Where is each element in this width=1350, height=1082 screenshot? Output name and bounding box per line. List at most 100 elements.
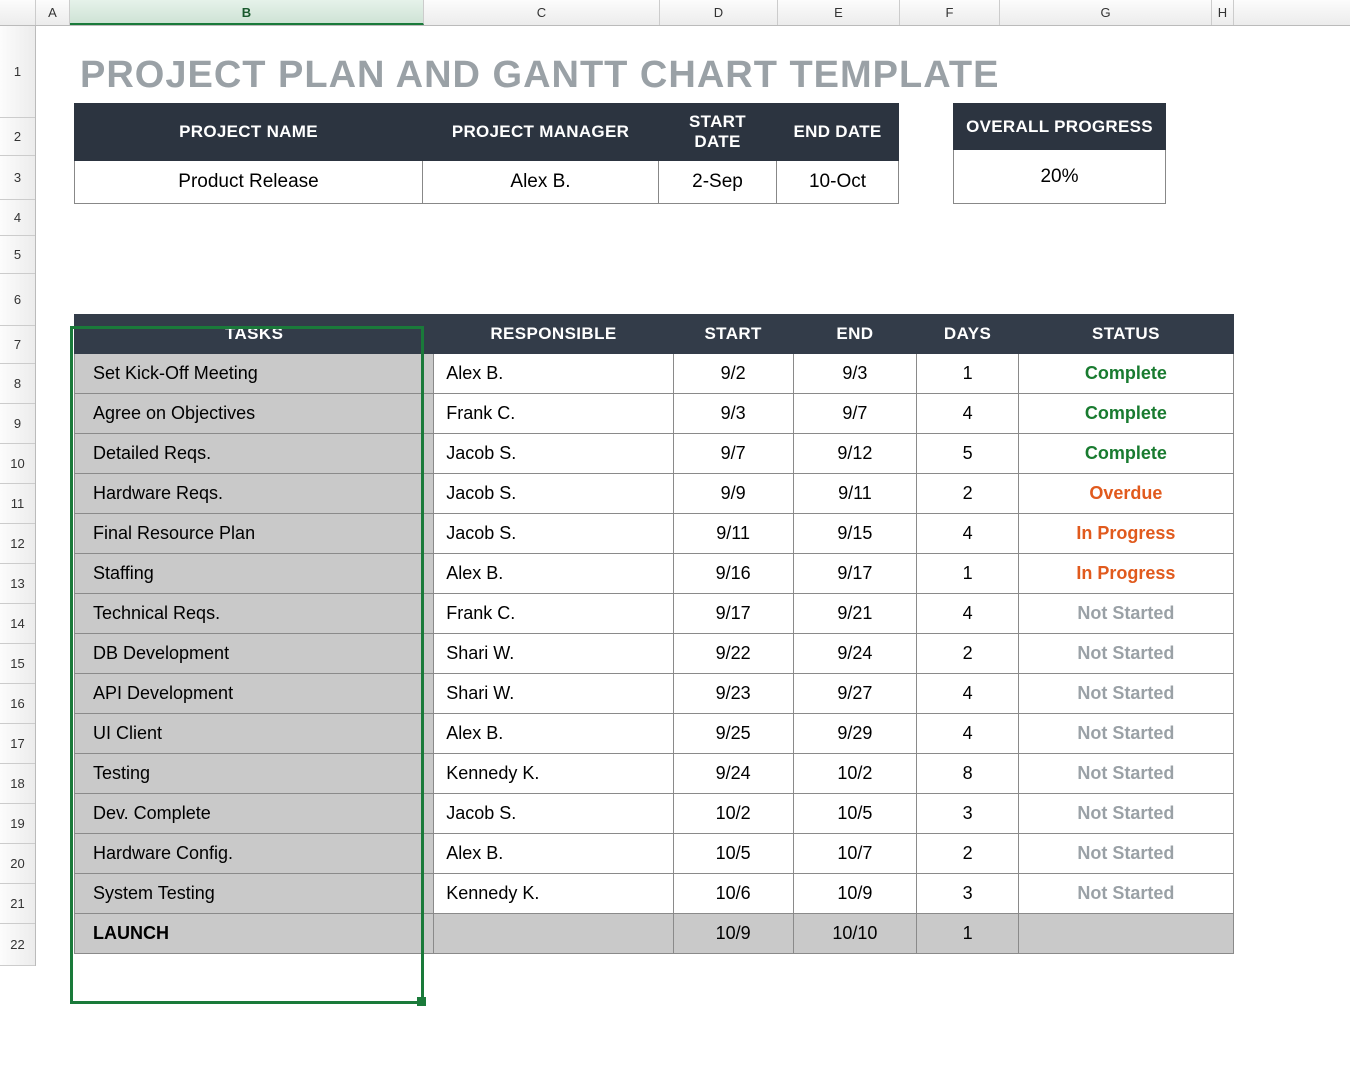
- cell-project-name[interactable]: Product Release: [75, 161, 423, 204]
- cell-status[interactable]: Not Started: [1018, 754, 1233, 794]
- cell-end[interactable]: 10/2: [793, 754, 917, 794]
- cell-start[interactable]: 9/17: [673, 594, 793, 634]
- cell-days[interactable]: 8: [917, 754, 1018, 794]
- row-header-21[interactable]: 21: [0, 884, 35, 924]
- cell-days[interactable]: 4: [917, 714, 1018, 754]
- cell-responsible[interactable]: Jacob S.: [434, 434, 674, 474]
- cell-responsible[interactable]: Shari W.: [434, 634, 674, 674]
- cell-responsible[interactable]: Jacob S.: [434, 794, 674, 834]
- cell-task-name[interactable]: Hardware Reqs.: [75, 474, 434, 514]
- cell-start[interactable]: 9/23: [673, 674, 793, 714]
- cell-start[interactable]: 9/25: [673, 714, 793, 754]
- row-header-4[interactable]: 4: [0, 200, 35, 236]
- cell-task-name[interactable]: Set Kick-Off Meeting: [75, 354, 434, 394]
- row-header-6[interactable]: 6: [0, 274, 35, 326]
- row-header-1[interactable]: 1: [0, 26, 35, 118]
- row-header-12[interactable]: 12: [0, 524, 35, 564]
- row-header-2[interactable]: 2: [0, 118, 35, 156]
- cell-days[interactable]: 3: [917, 794, 1018, 834]
- cell-end-date[interactable]: 10-Oct: [777, 161, 899, 204]
- row-header-22[interactable]: 22: [0, 924, 35, 966]
- cell-days[interactable]: 4: [917, 394, 1018, 434]
- cell-days[interactable]: 2: [917, 634, 1018, 674]
- cell-status[interactable]: In Progress: [1018, 554, 1233, 594]
- cell-responsible[interactable]: Kennedy K.: [434, 754, 674, 794]
- cell-start[interactable]: 10/9: [673, 914, 793, 954]
- cell-task-name[interactable]: LAUNCH: [75, 914, 434, 954]
- cell-start-date[interactable]: 2-Sep: [659, 161, 777, 204]
- cell-end[interactable]: 9/11: [793, 474, 917, 514]
- row-header-10[interactable]: 10: [0, 444, 35, 484]
- cell-start[interactable]: 9/9: [673, 474, 793, 514]
- cell-overall-progress[interactable]: 20%: [954, 150, 1166, 204]
- cell-days[interactable]: 1: [917, 354, 1018, 394]
- row-header-8[interactable]: 8: [0, 364, 35, 404]
- cell-status[interactable]: Not Started: [1018, 674, 1233, 714]
- col-header-E[interactable]: E: [778, 0, 900, 25]
- cell-end[interactable]: 9/27: [793, 674, 917, 714]
- cell-responsible[interactable]: Jacob S.: [434, 474, 674, 514]
- cell-start[interactable]: 9/3: [673, 394, 793, 434]
- cell-responsible[interactable]: Alex B.: [434, 834, 674, 874]
- col-header-F[interactable]: F: [900, 0, 1000, 25]
- cell-days[interactable]: 5: [917, 434, 1018, 474]
- cell-responsible[interactable]: [434, 914, 674, 954]
- cell-task-name[interactable]: DB Development: [75, 634, 434, 674]
- cell-days[interactable]: 2: [917, 834, 1018, 874]
- cell-task-name[interactable]: Hardware Config.: [75, 834, 434, 874]
- cell-end[interactable]: 9/12: [793, 434, 917, 474]
- cell-status[interactable]: Not Started: [1018, 714, 1233, 754]
- cell-days[interactable]: 4: [917, 594, 1018, 634]
- cell-status[interactable]: Not Started: [1018, 594, 1233, 634]
- cell-responsible[interactable]: Frank C.: [434, 394, 674, 434]
- cell-end[interactable]: 9/15: [793, 514, 917, 554]
- cell-start[interactable]: 10/2: [673, 794, 793, 834]
- cell-start[interactable]: 9/16: [673, 554, 793, 594]
- cell-end[interactable]: 9/21: [793, 594, 917, 634]
- select-all-corner[interactable]: [0, 0, 36, 25]
- cell-end[interactable]: 9/3: [793, 354, 917, 394]
- row-header-20[interactable]: 20: [0, 844, 35, 884]
- cell-status[interactable]: Complete: [1018, 354, 1233, 394]
- row-header-3[interactable]: 3: [0, 156, 35, 200]
- cell-days[interactable]: 3: [917, 874, 1018, 914]
- cell-task-name[interactable]: UI Client: [75, 714, 434, 754]
- cell-status[interactable]: Not Started: [1018, 634, 1233, 674]
- cell-status[interactable]: Overdue: [1018, 474, 1233, 514]
- cell-days[interactable]: 1: [917, 554, 1018, 594]
- cell-responsible[interactable]: Shari W.: [434, 674, 674, 714]
- col-header-G[interactable]: G: [1000, 0, 1212, 25]
- row-header-14[interactable]: 14: [0, 604, 35, 644]
- cell-end[interactable]: 9/7: [793, 394, 917, 434]
- cell-days[interactable]: 4: [917, 514, 1018, 554]
- row-header-18[interactable]: 18: [0, 764, 35, 804]
- cell-responsible[interactable]: Jacob S.: [434, 514, 674, 554]
- cell-project-manager[interactable]: Alex B.: [423, 161, 659, 204]
- col-header-B[interactable]: B: [70, 0, 424, 25]
- cell-end[interactable]: 10/9: [793, 874, 917, 914]
- cell-task-name[interactable]: Detailed Reqs.: [75, 434, 434, 474]
- cell-responsible[interactable]: Kennedy K.: [434, 874, 674, 914]
- cell-status[interactable]: Not Started: [1018, 834, 1233, 874]
- cell-end[interactable]: 10/10: [793, 914, 917, 954]
- selection-fill-handle[interactable]: [417, 997, 426, 1006]
- cell-responsible[interactable]: Frank C.: [434, 594, 674, 634]
- cell-days[interactable]: 2: [917, 474, 1018, 514]
- cell-status[interactable]: Not Started: [1018, 874, 1233, 914]
- cell-days[interactable]: 1: [917, 914, 1018, 954]
- col-header-A[interactable]: A: [36, 0, 70, 25]
- row-header-11[interactable]: 11: [0, 484, 35, 524]
- cell-status[interactable]: [1018, 914, 1233, 954]
- cell-status[interactable]: Complete: [1018, 394, 1233, 434]
- cell-task-name[interactable]: API Development: [75, 674, 434, 714]
- col-header-C[interactable]: C: [424, 0, 660, 25]
- cell-task-name[interactable]: System Testing: [75, 874, 434, 914]
- cell-responsible[interactable]: Alex B.: [434, 354, 674, 394]
- cell-end[interactable]: 10/5: [793, 794, 917, 834]
- row-header-15[interactable]: 15: [0, 644, 35, 684]
- cell-task-name[interactable]: Agree on Objectives: [75, 394, 434, 434]
- cell-end[interactable]: 9/24: [793, 634, 917, 674]
- cell-responsible[interactable]: Alex B.: [434, 714, 674, 754]
- cell-start[interactable]: 10/5: [673, 834, 793, 874]
- cell-task-name[interactable]: Technical Reqs.: [75, 594, 434, 634]
